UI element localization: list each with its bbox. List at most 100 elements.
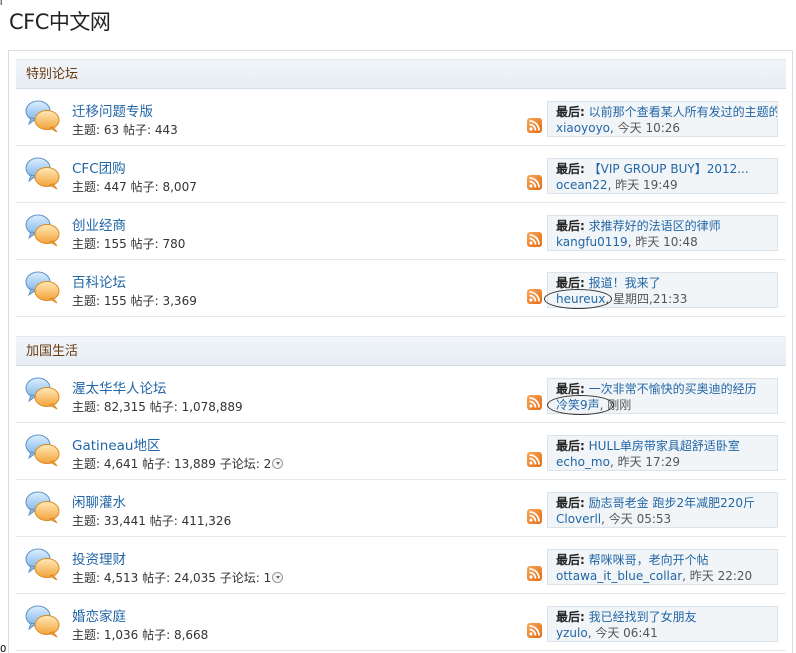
posts-label: 帖子: <box>130 237 159 251</box>
topics-label: 主题: <box>72 457 101 471</box>
last-user-link[interactable]: heureux <box>556 292 605 306</box>
last-topic-link[interactable]: 【VIP GROUP BUY】2012... <box>589 162 749 176</box>
topics-label: 主题: <box>72 571 101 585</box>
forum-bubble-icon <box>25 99 61 133</box>
last-topic-link[interactable]: 一次非常不愉快的买奥迪的经历 <box>589 382 757 396</box>
posts-label: 帖子: <box>130 180 159 194</box>
last-topic-link[interactable]: 我已经找到了女朋友 <box>589 610 697 624</box>
last-user-link[interactable]: yzulo <box>556 626 588 640</box>
section-header[interactable]: 特别论坛 <box>16 59 786 89</box>
rss-icon[interactable] <box>527 452 542 467</box>
last-user-link[interactable]: 冷笑9声 <box>556 398 600 412</box>
last-user-link[interactable]: ocean22 <box>556 178 608 192</box>
topics-count: 63 <box>103 123 120 137</box>
forum-bubble-icon <box>25 547 61 581</box>
rss-icon[interactable] <box>527 395 542 410</box>
last-post-time: 昨天 19:49 <box>615 178 678 192</box>
last-post-meta: ottawa_it_blue_collar, 昨天 22:20 <box>556 569 753 583</box>
rss-icon[interactable] <box>527 118 542 133</box>
forum-bubble-icon <box>25 490 61 524</box>
chevron-down-icon[interactable] <box>272 458 284 469</box>
forum-row: 迁移问题专版 主题: 63 帖子: 443 最后: 以前那个查看某人所有发过的主题的… <box>16 89 786 146</box>
forum-title-link[interactable]: 渥太华华人论坛 <box>72 377 167 397</box>
last-post-meta: ocean22, 昨天 19:49 <box>556 178 678 192</box>
forum-title-link[interactable]: CFC团购 <box>72 157 126 177</box>
last-user-link[interactable]: kangfu0119 <box>556 235 628 249</box>
section-canada-life: 加国生活 渥太华华人论坛 主题: 82,315 帖子: 1,078,889 最后: 一… <box>16 336 786 651</box>
topics-count: 82,315 <box>103 400 146 414</box>
forum-bubble-icon <box>25 156 61 190</box>
topics-label: 主题: <box>72 294 101 308</box>
forum-row: 闲聊灌水 主题: 33,441 帖子: 411,326 最后: 励志哥老金 跑步2年… <box>16 480 786 537</box>
forum-title-link[interactable]: 闲聊灌水 <box>72 491 126 511</box>
section-header[interactable]: 加国生活 <box>16 336 786 366</box>
corner-mark-bottom: 0 <box>0 644 7 653</box>
rss-icon[interactable] <box>527 232 542 247</box>
rss-icon[interactable] <box>527 509 542 524</box>
last-label: 最后: <box>556 496 585 510</box>
last-post-time: 今天 05:53 <box>608 512 672 526</box>
last-topic-link[interactable]: 励志哥老金 跑步2年减肥220斤 <box>589 496 755 510</box>
posts-count: 8,007 <box>162 180 197 194</box>
forum-row: 婚恋家庭 主题: 1,036 帖子: 8,668 最后: 我已经找到了女朋友 yzul… <box>16 594 786 651</box>
forum-stats: 主题: 82,315 帖子: 1,078,889 <box>72 398 243 415</box>
last-label: 最后: <box>556 439 585 453</box>
subforums-label: 子论坛: <box>219 571 260 585</box>
posts-count: 411,326 <box>181 514 232 528</box>
subforums-label: 子论坛: <box>219 457 260 471</box>
last-post-box: 最后: 以前那个查看某人所有发过的主题的 xiaoyoyo, 今天 10:26 <box>547 101 778 137</box>
last-post-box: 最后: 我已经找到了女朋友 yzulo, 今天 06:41 <box>547 606 778 642</box>
rss-icon[interactable] <box>527 175 542 190</box>
topics-label: 主题: <box>72 514 101 528</box>
forum-stats: 主题: 4,513 帖子: 24,035 子论坛: 1 <box>72 569 284 586</box>
topics-count: 447 <box>103 180 127 194</box>
topics-label: 主题: <box>72 628 101 642</box>
topics-label: 主题: <box>72 123 101 137</box>
rss-icon[interactable] <box>527 289 542 304</box>
rss-icon[interactable] <box>527 566 542 581</box>
topics-label: 主题: <box>72 180 101 194</box>
rss-icon[interactable] <box>527 623 542 638</box>
last-post-line: 最后: 报道！我来了 <box>556 275 777 291</box>
forum-title-link[interactable]: 百科论坛 <box>72 271 126 291</box>
last-topic-link[interactable]: HULL单房带家具超舒适卧室 <box>589 439 740 453</box>
last-post-box: 最后: 求推荐好的法语区的律师 kangfu0119, 昨天 10:48 <box>547 215 778 251</box>
last-user-link[interactable]: Cloverll <box>556 512 601 526</box>
forum-bubble-icon <box>25 376 61 410</box>
forum-title-link[interactable]: Gatineau地区 <box>72 434 160 454</box>
last-topic-link[interactable]: 以前那个查看某人所有发过的主题的 <box>589 105 777 119</box>
last-topic-link[interactable]: 帮咪咪哥，老向开个帖 <box>589 553 709 567</box>
last-label: 最后: <box>556 219 585 233</box>
posts-label: 帖子: <box>122 123 152 137</box>
last-user-link[interactable]: xiaoyoyo <box>556 121 610 135</box>
last-topic-link[interactable]: 求推荐好的法语区的律师 <box>589 219 721 233</box>
forum-row: 百科论坛 主题: 155 帖子: 3,369 最后: 报道！我来了 heureux, … <box>16 260 786 317</box>
topics-count: 155 <box>103 237 127 251</box>
topics-count: 4,641 <box>103 457 139 471</box>
forum-bubble-icon <box>25 433 61 467</box>
forum-title-link[interactable]: 创业经商 <box>72 214 126 234</box>
last-label: 最后: <box>556 610 585 624</box>
topics-label: 主题: <box>72 400 101 414</box>
posts-label: 帖子: <box>149 400 178 414</box>
last-post-line: 最后: 以前那个查看某人所有发过的主题的 <box>556 104 777 120</box>
last-label: 最后: <box>556 553 585 567</box>
topics-count: 155 <box>103 294 127 308</box>
last-post-line: 最后: 求推荐好的法语区的律师 <box>556 218 777 234</box>
last-topic-link[interactable]: 报道！我来了 <box>589 276 661 290</box>
chevron-down-icon[interactable] <box>272 572 284 583</box>
forum-title-link[interactable]: 投资理财 <box>72 548 126 568</box>
forum-title-link[interactable]: 婚恋家庭 <box>72 605 126 625</box>
page-title: CFC中文网 <box>9 10 111 34</box>
posts-count: 1,078,889 <box>181 400 243 414</box>
last-user-link[interactable]: echo_mo <box>556 455 610 469</box>
last-post-box: 最后: 【VIP GROUP BUY】2012... ocean22, 昨天 19… <box>547 158 778 194</box>
last-user-link[interactable]: ottawa_it_blue_collar <box>556 569 682 583</box>
forum-bubble-icon <box>25 270 61 304</box>
last-label: 最后: <box>556 162 585 176</box>
forum-stats: 主题: 33,441 帖子: 411,326 <box>72 512 231 529</box>
last-post-line: 最后: 一次非常不愉快的买奥迪的经历 <box>556 381 777 397</box>
forum-title-link[interactable]: 迁移问题专版 <box>72 100 153 120</box>
topics-count: 1,036 <box>103 628 139 642</box>
forum-stats: 主题: 155 帖子: 3,369 <box>72 292 197 309</box>
